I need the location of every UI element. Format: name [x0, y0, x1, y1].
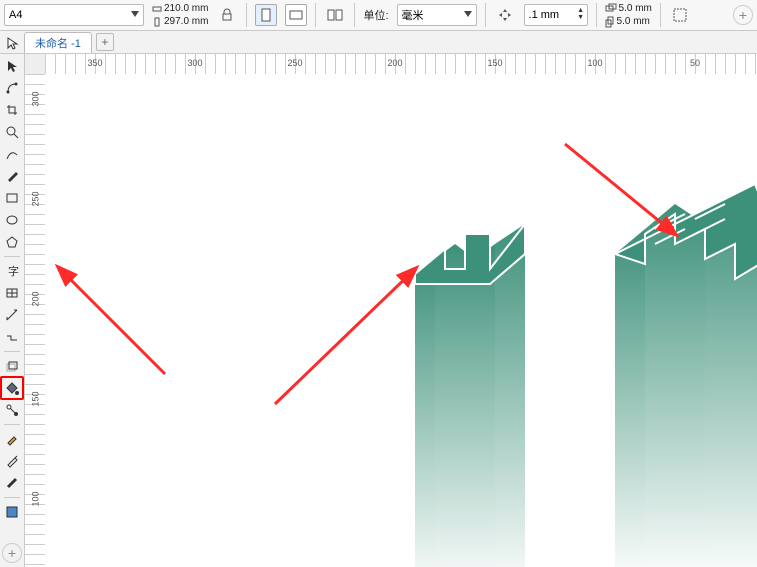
connector-tool[interactable] — [2, 327, 22, 347]
height-icon — [152, 17, 162, 27]
lock-aspect-button[interactable] — [216, 4, 238, 26]
ruler-h-tick: 300 — [187, 58, 202, 68]
rectangle-tool[interactable] — [2, 188, 22, 208]
page-height-row[interactable]: 297.0 mm — [152, 16, 208, 27]
nudge-input[interactable]: .1 mm ▲▼ — [524, 4, 588, 26]
separator — [596, 3, 597, 27]
ruler-horizontal[interactable]: 350 300 250 200 150 100 50 — [45, 54, 757, 75]
dropdown-icon — [131, 11, 139, 17]
file-tab-label: 未命名 -1 — [35, 38, 81, 50]
ruler-v-tick: 100 — [31, 491, 41, 506]
lock-icon — [221, 8, 233, 22]
shape-tool[interactable] — [2, 78, 22, 98]
cursor-icon — [6, 36, 20, 50]
separator — [315, 3, 316, 27]
units-label: 单位: — [363, 7, 388, 23]
page-width-row[interactable]: 210.0 mm — [152, 3, 208, 14]
page-width-value: 210.0 mm — [164, 3, 208, 14]
dup-h-icon — [605, 16, 615, 28]
ruler-v-tick: 200 — [31, 291, 41, 306]
add-button[interactable]: + — [733, 5, 753, 25]
canvas[interactable] — [45, 74, 757, 567]
separator — [660, 3, 661, 27]
main-area: 字 — [0, 54, 757, 567]
ruler-v-tick: 250 — [31, 191, 41, 206]
page-size-value: A4 — [9, 9, 22, 21]
pick-tool[interactable] — [2, 56, 22, 76]
transparency-tool[interactable] — [2, 400, 22, 420]
separator — [354, 3, 355, 27]
dropdown-icon — [464, 11, 472, 17]
nudge-icon-button[interactable] — [494, 4, 516, 26]
tool-separator — [4, 351, 20, 352]
toolbox: 字 — [0, 54, 25, 567]
ellipse-tool[interactable] — [2, 210, 22, 230]
duplicate-offset: 5.0 mm 5.0 mm — [605, 3, 652, 28]
artwork-3d-text — [45, 74, 757, 567]
freehand-tool[interactable] — [2, 144, 22, 164]
smart-fill-tool[interactable] — [2, 502, 22, 522]
landscape-button[interactable] — [285, 4, 307, 26]
separator — [246, 3, 247, 27]
dimension-tool[interactable] — [2, 305, 22, 325]
effects-tool[interactable] — [2, 356, 22, 376]
polygon-tool[interactable] — [2, 232, 22, 252]
page-dimensions: 210.0 mm 297.0 mm — [152, 3, 208, 27]
ruler-h-tick: 150 — [487, 58, 502, 68]
tool-separator — [4, 256, 20, 257]
dup-h-row[interactable]: 5.0 mm — [605, 16, 652, 28]
ruler-v-tick: 150 — [31, 391, 41, 406]
page-size-select[interactable]: A4 — [4, 4, 144, 26]
eyedropper-tool[interactable] — [2, 429, 22, 449]
ruler-h-tick: 350 — [87, 58, 102, 68]
facing-pages-icon — [327, 9, 343, 21]
dup-w-row[interactable]: 5.0 mm — [605, 3, 652, 14]
separator — [485, 3, 486, 27]
artistic-media-tool[interactable] — [2, 166, 22, 186]
boundary-icon — [672, 7, 688, 23]
facing-pages-button[interactable] — [324, 4, 346, 26]
crop-tool[interactable] — [2, 100, 22, 120]
ruler-h-tick: 200 — [387, 58, 402, 68]
boundary-button[interactable] — [669, 4, 691, 26]
text-tool[interactable]: 字 — [2, 261, 22, 281]
property-bar: A4 210.0 mm 297.0 mm 单位: 毫米 — [0, 0, 757, 31]
dup-w-icon — [605, 3, 617, 13]
ruler-h-tick: 100 — [587, 58, 602, 68]
units-value: 毫米 — [402, 7, 424, 23]
interactive-fill-tool[interactable] — [2, 451, 22, 471]
toolbox-add-button[interactable]: + — [2, 543, 22, 563]
ruler-origin[interactable] — [25, 54, 46, 75]
page-height-value: 297.0 mm — [164, 16, 208, 27]
ruler-h-tick: 250 — [287, 58, 302, 68]
portrait-button[interactable] — [255, 4, 277, 26]
svg-text:字: 字 — [8, 264, 19, 278]
canvas-area: 350 300 250 200 150 100 50 300 250 200 1… — [25, 54, 757, 567]
fill-tool[interactable] — [0, 376, 24, 400]
portrait-icon — [261, 8, 271, 22]
ruler-vertical[interactable]: 300 250 200 150 100 — [25, 74, 46, 567]
landscape-icon — [289, 10, 303, 20]
dup-w-value: 5.0 mm — [619, 3, 652, 14]
spinner-arrows[interactable]: ▲▼ — [577, 7, 585, 21]
tool-separator — [4, 497, 20, 498]
ruler-h-tick: 50 — [690, 58, 700, 68]
new-tab-button[interactable]: + — [96, 33, 114, 51]
file-tab[interactable]: 未命名 -1 — [24, 32, 92, 53]
nudge-value: .1 mm — [529, 9, 560, 21]
zoom-tool[interactable] — [2, 122, 22, 142]
width-icon — [152, 4, 162, 14]
nudge-icon — [498, 8, 512, 22]
units-select[interactable]: 毫米 — [397, 4, 477, 26]
outline-tool[interactable] — [2, 473, 22, 493]
document-tabs: 未命名 -1 + — [0, 31, 757, 54]
ruler-v-tick: 300 — [31, 91, 41, 106]
dup-h-value: 5.0 mm — [617, 16, 650, 27]
table-tool[interactable] — [2, 283, 22, 303]
tool-separator — [4, 424, 20, 425]
